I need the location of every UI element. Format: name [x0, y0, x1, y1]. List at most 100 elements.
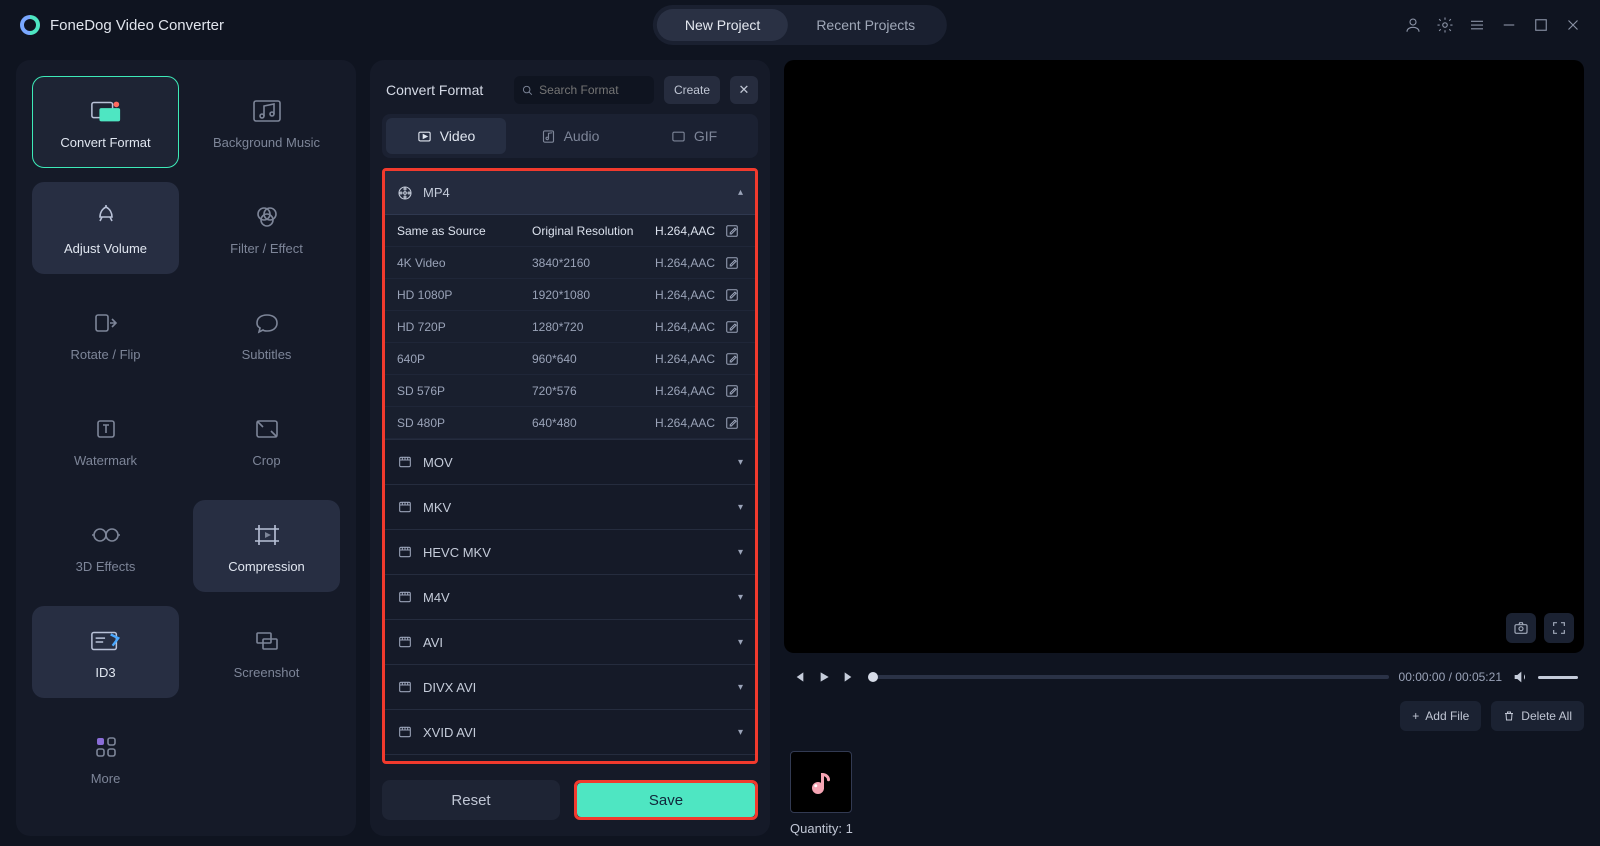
sidebar-item-compression[interactable]: Compression: [193, 500, 340, 592]
tab-new-project[interactable]: New Project: [657, 9, 788, 41]
add-file-button[interactable]: +Add File: [1400, 701, 1481, 731]
preset-resolution: 640*480: [532, 416, 645, 430]
sidebar-label: ID3: [95, 665, 115, 680]
format-group-hevc mkv[interactable]: HEVC MKV ▾: [385, 530, 755, 574]
sidebar-label: Subtitles: [242, 347, 292, 362]
preset-codec: H.264,AAC: [655, 288, 715, 302]
tab-gif[interactable]: GIF: [634, 118, 754, 154]
create-button[interactable]: Create: [664, 76, 720, 104]
format-group-avi[interactable]: AVI ▾: [385, 620, 755, 664]
format-preset-row[interactable]: SD 480P 640*480 H.264,AAC: [385, 407, 755, 439]
edit-icon[interactable]: [725, 224, 739, 238]
sidebar-item-3d-effects[interactable]: 3D Effects: [32, 500, 179, 592]
format-group-mkv[interactable]: MKV ▾: [385, 485, 755, 529]
seek-bar[interactable]: [868, 675, 1389, 679]
close-window-button[interactable]: [1564, 16, 1582, 34]
format-preset-row[interactable]: HD 1080P 1920*1080 H.264,AAC: [385, 279, 755, 311]
format-preset-row[interactable]: Same as Source Original Resolution H.264…: [385, 215, 755, 247]
plus-icon: +: [1412, 709, 1419, 723]
tab-recent-projects[interactable]: Recent Projects: [788, 9, 943, 41]
tab-audio[interactable]: Audio: [510, 118, 630, 154]
prev-track-button[interactable]: [790, 669, 806, 685]
tab-video[interactable]: Video: [386, 118, 506, 154]
preset-label: 640P: [397, 352, 522, 366]
format-preset-row[interactable]: SD 576P 720*576 H.264,AAC: [385, 375, 755, 407]
preset-label: 4K Video: [397, 256, 522, 270]
chevron-down-icon: ▾: [738, 457, 743, 468]
menu-icon[interactable]: [1468, 16, 1486, 34]
film-icon: [397, 679, 413, 695]
next-track-button[interactable]: [842, 669, 858, 685]
edit-icon[interactable]: [725, 352, 739, 366]
reset-button[interactable]: Reset: [382, 780, 560, 820]
format-group-hevc mp4[interactable]: HEVC MP4 ▾: [385, 755, 755, 761]
edit-icon[interactable]: [725, 416, 739, 430]
preset-resolution: 1920*1080: [532, 288, 645, 302]
sidebar-item-screenshot[interactable]: Screenshot: [193, 606, 340, 698]
sidebar-item-adjust-volume[interactable]: Adjust Volume: [32, 182, 179, 274]
format-list[interactable]: MP4 ▴ Same as Source Original Resolution…: [385, 171, 755, 761]
format-group-mov[interactable]: MOV ▾: [385, 440, 755, 484]
sidebar-item-convert-format[interactable]: Convert Format: [32, 76, 179, 168]
sidebar-item-subtitles[interactable]: Subtitles: [193, 288, 340, 380]
format-preset-row[interactable]: 640P 960*640 H.264,AAC: [385, 343, 755, 375]
chevron-down-icon: ▾: [738, 502, 743, 513]
delete-all-button[interactable]: Delete All: [1491, 701, 1584, 731]
format-group-mp4[interactable]: MP4 ▴: [385, 171, 755, 215]
format-group-m4v[interactable]: M4V ▾: [385, 575, 755, 619]
preset-resolution: 720*576: [532, 384, 645, 398]
sidebar-item-id3[interactable]: ID3: [32, 606, 179, 698]
sidebar-item-background-music[interactable]: Background Music: [193, 76, 340, 168]
format-group-label: M4V: [423, 590, 450, 605]
sidebar-item-more[interactable]: More: [32, 712, 179, 804]
edit-icon[interactable]: [725, 320, 739, 334]
app-logo: FoneDog Video Converter: [20, 15, 224, 35]
queue-thumbnail[interactable]: [790, 751, 852, 813]
edit-icon[interactable]: [725, 288, 739, 302]
format-group-divx avi[interactable]: DIVX AVI ▾: [385, 665, 755, 709]
volume-icon[interactable]: [1512, 669, 1528, 685]
search-format-input[interactable]: [539, 83, 646, 97]
music-note-icon: [806, 767, 836, 797]
trash-icon: [1503, 710, 1515, 722]
snapshot-button[interactable]: [1506, 613, 1536, 643]
chevron-down-icon: ▾: [738, 637, 743, 648]
minimize-button[interactable]: [1500, 16, 1518, 34]
edit-icon[interactable]: [725, 384, 739, 398]
preset-label: SD 480P: [397, 416, 522, 430]
save-button-highlight: Save: [574, 780, 758, 820]
logo-icon: [20, 15, 40, 35]
sidebar-item-filter-effect[interactable]: Filter / Effect: [193, 182, 340, 274]
film-icon: [397, 499, 413, 515]
play-button[interactable]: [816, 669, 832, 685]
search-format-field[interactable]: [514, 76, 654, 104]
user-icon[interactable]: [1404, 16, 1422, 34]
settings-icon[interactable]: [1436, 16, 1454, 34]
fullscreen-button[interactable]: [1544, 613, 1574, 643]
film-icon: [397, 185, 413, 201]
sidebar-item-rotate-flip[interactable]: Rotate / Flip: [32, 288, 179, 380]
close-panel-button[interactable]: ✕: [730, 76, 758, 104]
sidebar-item-crop[interactable]: Crop: [193, 394, 340, 486]
sidebar-label: Compression: [228, 559, 305, 574]
format-group-label: HEVC MKV: [423, 545, 491, 560]
format-group-label: MOV: [423, 455, 453, 470]
preset-label: HD 720P: [397, 320, 522, 334]
edit-icon[interactable]: [725, 256, 739, 270]
save-button[interactable]: Save: [577, 783, 755, 817]
format-preset-row[interactable]: HD 720P 1280*720 H.264,AAC: [385, 311, 755, 343]
sidebar-item-watermark[interactable]: Watermark: [32, 394, 179, 486]
preset-resolution: 960*640: [532, 352, 645, 366]
format-group-xvid avi[interactable]: XVID AVI ▾: [385, 710, 755, 754]
maximize-button[interactable]: [1532, 16, 1550, 34]
format-group-label: XVID AVI: [423, 725, 476, 740]
sidebar-label: Rotate / Flip: [70, 347, 140, 362]
sidebar-label: Background Music: [213, 135, 320, 150]
volume-slider[interactable]: [1538, 676, 1578, 679]
queue-item[interactable]: Quantity: 1: [790, 751, 853, 836]
sidebar-label: Adjust Volume: [64, 241, 147, 256]
film-icon: [397, 589, 413, 605]
seek-handle[interactable]: [868, 672, 878, 682]
format-preset-row[interactable]: 4K Video 3840*2160 H.264,AAC: [385, 247, 755, 279]
preset-codec: H.264,AAC: [655, 256, 715, 270]
